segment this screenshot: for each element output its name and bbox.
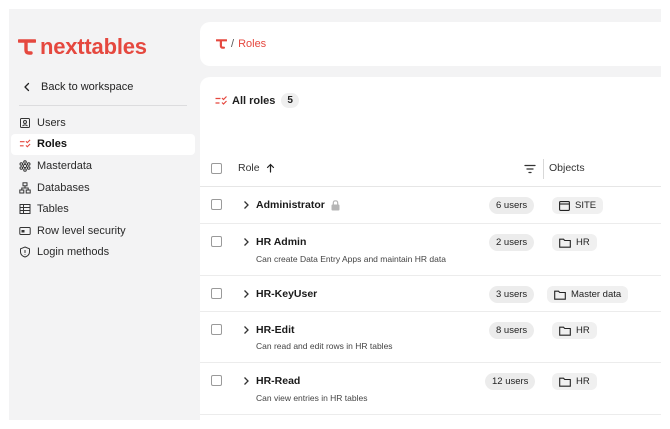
- folder-icon: [554, 290, 566, 300]
- sidebar-item-databases[interactable]: Databases: [11, 177, 195, 199]
- users-count-badge[interactable]: 2 users: [489, 234, 535, 251]
- users-count-badge[interactable]: 3 users: [489, 286, 535, 303]
- user-badge-icon: [19, 117, 31, 129]
- row-checkbox[interactable]: [211, 324, 222, 335]
- sidebar-item-roles[interactable]: Roles: [11, 133, 195, 156]
- chevron-right-icon[interactable]: [242, 200, 250, 210]
- chevron-right-icon[interactable]: [242, 289, 250, 299]
- role-header-label: Role: [238, 162, 260, 174]
- roles-checklist-icon: [19, 138, 31, 150]
- role-name: Administrator: [256, 199, 340, 211]
- sidebar-item-label: Databases: [37, 181, 90, 194]
- folder-icon: [559, 238, 571, 248]
- roles-table: Role Objects Administrator 6 users SITE …: [200, 151, 661, 415]
- chevron-right-icon[interactable]: [242, 325, 250, 335]
- sidebar-item-row-level-security[interactable]: Row level security: [11, 220, 195, 242]
- chevron-right-icon[interactable]: [242, 237, 250, 247]
- object-chip[interactable]: Master data: [547, 286, 629, 303]
- role-name-text: HR Admin: [256, 236, 307, 248]
- role-name: HR-Edit: [256, 324, 295, 336]
- role-name-text: HR-Edit: [256, 324, 295, 336]
- sidebar-item-label: Row level security: [37, 224, 126, 237]
- sidebar-nav: Users Roles Masterdata Databases Tables: [11, 112, 195, 263]
- object-chip[interactable]: HR: [552, 373, 597, 390]
- row-checkbox[interactable]: [211, 375, 222, 386]
- object-chip-label: HR: [576, 237, 590, 248]
- users-count-badge[interactable]: 8 users: [489, 322, 535, 339]
- table-row[interactable]: HR-Read Can view entries in HR tables 12…: [200, 363, 661, 415]
- folder-icon: [559, 326, 571, 336]
- object-chip-label: SITE: [575, 200, 597, 211]
- brand-logo[interactable]: nexttables: [18, 34, 147, 60]
- roles-checklist-icon: [215, 95, 227, 105]
- shield-icon: [19, 246, 31, 258]
- role-description: Can view entries in HR tables: [256, 393, 368, 403]
- sidebar-item-users[interactable]: Users: [11, 112, 195, 134]
- sidebar-item-label: Masterdata: [37, 159, 93, 172]
- nexttables-logo-icon: [18, 39, 36, 55]
- app-window: nexttables Back to workspace Users Roles…: [9, 9, 661, 420]
- chevron-right-icon[interactable]: [242, 376, 250, 386]
- table-row[interactable]: HR-Edit Can read and edit rows in HR tab…: [200, 312, 661, 363]
- role-name-text: HR-Read: [256, 375, 301, 387]
- row-checkbox[interactable]: [211, 199, 222, 210]
- sidebar-item-tables[interactable]: Tables: [11, 198, 195, 220]
- database-tree-icon: [19, 181, 31, 194]
- breadcrumb-roles-link[interactable]: Roles: [238, 38, 266, 50]
- column-divider: [543, 159, 544, 179]
- sidebar-item-masterdata[interactable]: Masterdata: [11, 155, 195, 177]
- object-chip-label: Master data: [571, 289, 622, 300]
- role-name-text: Administrator: [256, 199, 325, 211]
- tab-label: All roles: [232, 94, 276, 107]
- home-logo-icon[interactable]: [216, 39, 227, 49]
- folder-icon: [559, 377, 571, 387]
- filter-icon[interactable]: [524, 163, 536, 175]
- objects-column-header[interactable]: Objects: [549, 162, 585, 174]
- chevron-left-icon: [24, 82, 30, 92]
- object-chip-label: HR: [576, 376, 590, 387]
- back-to-workspace-link[interactable]: Back to workspace: [21, 81, 133, 93]
- sidebar-item-label: Login methods: [37, 246, 110, 259]
- role-name: HR Admin: [256, 236, 306, 248]
- table-icon: [19, 203, 31, 215]
- roles-count-badge: 5: [281, 93, 299, 108]
- sidebar-item-label: Users: [37, 116, 66, 129]
- row-checkbox[interactable]: [211, 236, 222, 247]
- sort-ascending-icon: [266, 163, 274, 173]
- breadcrumb-separator: /: [231, 38, 235, 50]
- role-column-header[interactable]: Role: [238, 162, 275, 174]
- select-all-checkbox[interactable]: [211, 163, 222, 174]
- row-security-icon: [19, 225, 31, 237]
- table-row[interactable]: HR-KeyUser 3 users Master data: [200, 276, 661, 312]
- table-row[interactable]: HR Admin Can create Data Entry Apps and …: [200, 224, 661, 276]
- sidebar-divider: [19, 105, 187, 106]
- brand-name: nexttables: [40, 34, 147, 59]
- row-checkbox[interactable]: [211, 288, 222, 299]
- role-description: Can read and edit rows in HR tables: [256, 341, 393, 351]
- sidebar-item-label: Tables: [37, 203, 69, 216]
- role-name-text: HR-KeyUser: [256, 288, 318, 300]
- role-description: Can create Data Entry Apps and maintain …: [256, 254, 446, 264]
- breadcrumb: / Roles: [200, 22, 661, 66]
- users-count-badge[interactable]: 12 users: [485, 373, 536, 390]
- object-chip-label: HR: [576, 325, 590, 336]
- masterdata-icon: [19, 160, 31, 172]
- back-label: Back to workspace: [41, 81, 134, 93]
- sidebar-item-login-methods[interactable]: Login methods: [11, 242, 195, 264]
- role-name: HR-KeyUser: [256, 288, 317, 300]
- tab-all-roles[interactable]: All roles 5: [214, 93, 299, 108]
- users-count-badge[interactable]: 6 users: [489, 197, 535, 214]
- object-chip[interactable]: HR: [552, 322, 597, 339]
- object-chip[interactable]: SITE: [552, 197, 604, 214]
- window-icon: [559, 200, 570, 211]
- roles-panel: All roles 5 Role Objects Administrator 6…: [200, 77, 661, 420]
- table-row[interactable]: Administrator 6 users SITE: [200, 187, 661, 224]
- object-chip[interactable]: HR: [552, 234, 597, 251]
- role-name: HR-Read: [256, 375, 300, 387]
- table-header: Role Objects: [200, 151, 661, 187]
- lock-icon: [331, 199, 340, 210]
- sidebar-item-label: Roles: [37, 138, 67, 151]
